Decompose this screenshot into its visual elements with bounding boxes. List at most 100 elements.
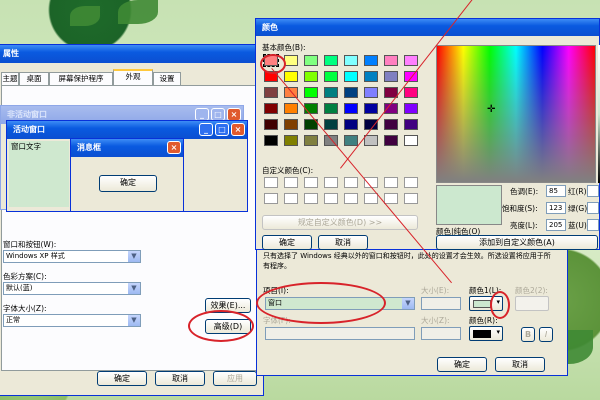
font-size-spinner[interactable] <box>421 327 461 340</box>
sat-label: 饱和度(S): <box>502 204 538 213</box>
basic-color-swatch[interactable] <box>344 135 358 146</box>
basic-color-swatch[interactable] <box>284 135 298 146</box>
basic-color-swatch[interactable] <box>404 55 418 66</box>
blue-input[interactable] <box>587 219 599 231</box>
advanced-cancel-button[interactable]: 取消 <box>495 357 545 372</box>
color-spectrum[interactable]: ✛ <box>436 45 596 183</box>
hue-input[interactable]: 85 <box>546 185 566 197</box>
close-icon: × <box>167 141 181 154</box>
custom-color-swatch[interactable] <box>264 177 278 188</box>
basic-color-swatch[interactable] <box>264 87 278 98</box>
lum-input[interactable]: 205 <box>546 219 566 231</box>
basic-color-swatch[interactable] <box>324 55 338 66</box>
define-custom-colors-button[interactable]: 规定自定义颜色(D) >> <box>262 215 418 230</box>
inactive-window-title: 非活动窗口 <box>7 110 47 119</box>
basic-color-swatch[interactable] <box>384 55 398 66</box>
sat-input[interactable]: 123 <box>546 202 566 214</box>
basic-color-swatch[interactable] <box>304 135 318 146</box>
tab-screensaver[interactable]: 屏幕保护程序 <box>49 72 113 85</box>
window-text-area: 窗口文字 <box>9 141 69 207</box>
font-size-select[interactable]: 正常 ▼ <box>3 314 141 327</box>
basic-color-swatch[interactable] <box>324 71 338 82</box>
red-input[interactable] <box>587 185 599 197</box>
basic-color-swatch[interactable] <box>304 87 318 98</box>
cancel-button[interactable]: 取消 <box>155 371 205 386</box>
custom-color-swatch[interactable] <box>284 177 298 188</box>
size-spinner[interactable] <box>421 297 461 310</box>
custom-color-swatch[interactable] <box>384 193 398 204</box>
custom-color-swatch[interactable] <box>344 193 358 204</box>
custom-color-swatch[interactable] <box>404 177 418 188</box>
basic-color-swatch[interactable] <box>284 71 298 82</box>
basic-color-swatch[interactable] <box>344 71 358 82</box>
basic-color-swatch[interactable] <box>384 119 398 130</box>
tab-theme[interactable]: 主题 <box>1 72 19 85</box>
custom-color-swatch[interactable] <box>324 193 338 204</box>
custom-color-swatch[interactable] <box>304 193 318 204</box>
basic-color-swatch[interactable] <box>264 135 278 146</box>
font-select[interactable] <box>265 327 415 340</box>
basic-color-swatch[interactable] <box>364 103 378 114</box>
basic-color-swatch[interactable] <box>304 55 318 66</box>
color-dialog-ok-button[interactable]: 确定 <box>262 235 312 250</box>
basic-color-swatch[interactable] <box>384 135 398 146</box>
color-dialog-cancel-button[interactable]: 取消 <box>318 235 368 250</box>
basic-color-swatch[interactable] <box>344 103 358 114</box>
custom-color-swatch[interactable] <box>344 177 358 188</box>
green-input[interactable] <box>587 202 599 214</box>
color-scheme-label: 色彩方案(C): <box>3 272 47 281</box>
color-scheme-select[interactable]: 默认(蓝) ▼ <box>3 282 141 295</box>
basic-color-swatch[interactable] <box>344 55 358 66</box>
custom-colors-label: 自定义颜色(C): <box>262 166 314 175</box>
color1-swatch <box>473 300 491 308</box>
color2-picker[interactable] <box>515 296 549 311</box>
advanced-ok-button[interactable]: 确定 <box>437 357 487 372</box>
basic-color-swatch[interactable] <box>304 71 318 82</box>
color-dialog: 颜色 基本颜色(B): 自定义颜色(C): 规定自定义颜色(D) >> 确定 取… <box>255 18 600 250</box>
basic-color-swatch[interactable] <box>284 103 298 114</box>
basic-color-swatch[interactable] <box>344 119 358 130</box>
basic-color-swatch[interactable] <box>404 119 418 130</box>
custom-color-swatch[interactable] <box>304 177 318 188</box>
custom-color-swatch[interactable] <box>324 177 338 188</box>
add-to-custom-colors-button[interactable]: 添加到自定义颜色(A) <box>436 235 598 250</box>
message-box-title: 消息框 <box>77 143 101 152</box>
dropdown-arrow-icon: ▾ <box>496 328 500 336</box>
basic-colors-grid <box>263 54 424 155</box>
font-color-label: 颜色(R): <box>469 316 498 325</box>
basic-color-swatch[interactable] <box>264 119 278 130</box>
close-icon: × <box>231 123 245 136</box>
custom-color-swatch[interactable] <box>404 193 418 204</box>
apply-button[interactable]: 应用 <box>213 371 257 386</box>
italic-button[interactable]: I <box>539 327 553 342</box>
message-box-ok-button[interactable]: 确定 <box>99 175 157 192</box>
custom-color-swatch[interactable] <box>384 177 398 188</box>
basic-color-swatch[interactable] <box>384 71 398 82</box>
basic-color-swatch[interactable] <box>324 87 338 98</box>
basic-color-swatch[interactable] <box>364 135 378 146</box>
ok-button[interactable]: 确定 <box>97 371 147 386</box>
basic-color-swatch[interactable] <box>324 103 338 114</box>
basic-color-swatch[interactable] <box>404 87 418 98</box>
basic-color-swatch[interactable] <box>364 71 378 82</box>
tab-appearance[interactable]: 外观 <box>113 69 153 85</box>
basic-color-swatch[interactable] <box>284 119 298 130</box>
basic-color-swatch[interactable] <box>404 135 418 146</box>
preview-message-box: 消息框 × 确定 <box>70 138 184 212</box>
basic-color-swatch[interactable] <box>344 87 358 98</box>
window-buttons-select[interactable]: Windows XP 样式 ▼ <box>3 250 141 263</box>
font-color-picker[interactable]: ▾ <box>469 326 503 341</box>
basic-color-swatch[interactable] <box>364 87 378 98</box>
custom-color-swatch[interactable] <box>284 193 298 204</box>
tab-settings[interactable]: 设置 <box>153 72 181 85</box>
tab-desktop[interactable]: 桌面 <box>19 72 49 85</box>
bold-button[interactable]: B <box>521 327 535 342</box>
custom-color-swatch[interactable] <box>364 193 378 204</box>
basic-color-swatch[interactable] <box>264 103 278 114</box>
basic-color-swatch[interactable] <box>364 55 378 66</box>
custom-color-swatch[interactable] <box>264 193 278 204</box>
basic-color-swatch[interactable] <box>284 55 298 66</box>
custom-colors-grid <box>264 177 424 211</box>
basic-color-swatch[interactable] <box>404 103 418 114</box>
basic-color-swatch[interactable] <box>324 119 338 130</box>
